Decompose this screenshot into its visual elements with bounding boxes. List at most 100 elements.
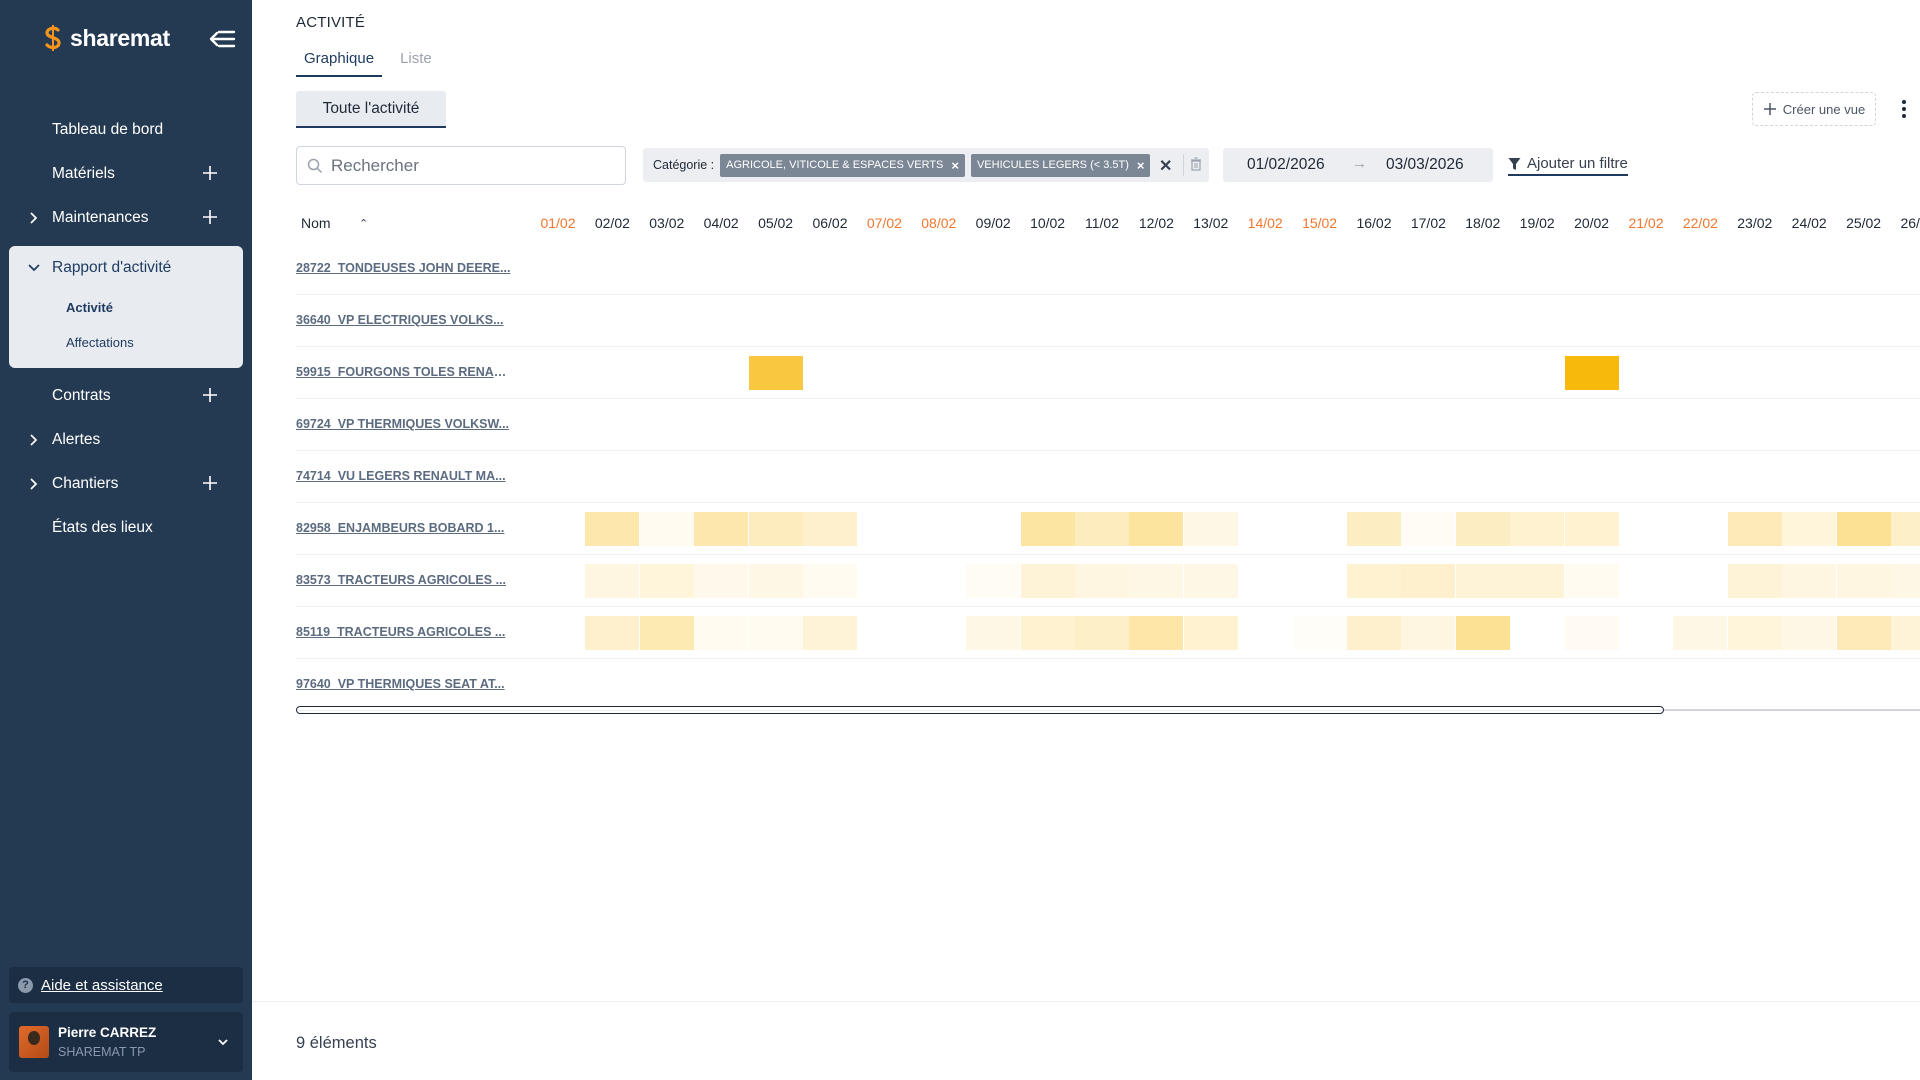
activity-cell[interactable] bbox=[1891, 512, 1920, 546]
activity-cell[interactable] bbox=[748, 564, 803, 598]
equipment-link[interactable]: 69724_VP THERMIQUES VOLKSW... bbox=[296, 417, 511, 431]
filter-tag-agricole[interactable]: AGRICOLE, VITICOLE & ESPACES VERTS × bbox=[720, 153, 965, 177]
activity-cell[interactable] bbox=[1510, 564, 1565, 598]
date-end[interactable]: 03/03/2026 bbox=[1386, 156, 1464, 174]
activity-cell[interactable] bbox=[1836, 564, 1891, 598]
activity-cell[interactable] bbox=[1782, 564, 1837, 598]
sidebar-item-etats-des-lieux[interactable]: États des lieux bbox=[0, 506, 252, 550]
activity-cell[interactable] bbox=[1673, 616, 1728, 650]
equipment-link[interactable]: 74714_VU LEGERS RENAULT MA... bbox=[296, 469, 511, 483]
activity-cell[interactable] bbox=[1129, 512, 1184, 546]
activity-cell[interactable] bbox=[1075, 564, 1129, 598]
sidebar-item-chantiers[interactable]: Chantiers bbox=[0, 462, 252, 506]
view-tab-toute-activite[interactable]: Toute l'activité bbox=[296, 91, 446, 128]
equipment-link[interactable]: 97640_VP THERMIQUES SEAT AT... bbox=[296, 677, 511, 691]
activity-cell[interactable] bbox=[1075, 512, 1129, 546]
equipment-link[interactable]: 36640_VP ELECTRIQUES VOLKS... bbox=[296, 313, 511, 327]
horizontal-scrollbar[interactable] bbox=[296, 706, 1664, 714]
activity-cell[interactable] bbox=[1564, 564, 1619, 598]
clear-filter-icon[interactable]: ✕ bbox=[1159, 156, 1172, 176]
search-input[interactable] bbox=[331, 155, 611, 176]
tab-liste[interactable]: Liste bbox=[392, 46, 440, 77]
activity-cell[interactable] bbox=[966, 564, 1021, 598]
activity-cell[interactable] bbox=[1782, 616, 1837, 650]
more-options-icon[interactable] bbox=[1900, 98, 1908, 120]
activity-cell[interactable] bbox=[748, 356, 803, 390]
activity-cell[interactable] bbox=[1183, 616, 1238, 650]
activity-cell[interactable] bbox=[803, 564, 857, 598]
activity-cell[interactable] bbox=[1727, 512, 1782, 546]
equipment-link[interactable]: 85119_TRACTEURS AGRICOLES ... bbox=[296, 625, 511, 639]
tab-graphique[interactable]: Graphique bbox=[296, 46, 383, 77]
activity-cell[interactable] bbox=[1129, 616, 1184, 650]
activity-cell[interactable] bbox=[803, 616, 857, 650]
activity-cell[interactable] bbox=[1401, 512, 1456, 546]
activity-cell[interactable] bbox=[1891, 616, 1920, 650]
trash-icon[interactable] bbox=[1190, 157, 1202, 171]
activity-cell[interactable] bbox=[1183, 564, 1238, 598]
activity-cell[interactable] bbox=[1564, 616, 1619, 650]
activity-cell[interactable] bbox=[1782, 512, 1837, 546]
sidebar-subitem-affectations[interactable]: Affectations bbox=[9, 325, 243, 360]
activity-cell[interactable] bbox=[694, 616, 749, 650]
activity-cell[interactable] bbox=[1455, 512, 1510, 546]
sidebar-item-alertes[interactable]: Alertes bbox=[0, 418, 252, 462]
remove-tag-icon[interactable]: × bbox=[1137, 158, 1145, 173]
activity-cell[interactable] bbox=[1020, 512, 1075, 546]
activity-cell[interactable] bbox=[639, 564, 694, 598]
activity-cell[interactable] bbox=[1293, 616, 1347, 650]
activity-cell[interactable] bbox=[639, 616, 694, 650]
create-view-button[interactable]: Créer une vue bbox=[1752, 92, 1876, 126]
activity-cell[interactable] bbox=[1347, 564, 1401, 598]
activity-cell[interactable] bbox=[1836, 616, 1891, 650]
date-start[interactable]: 01/02/2026 bbox=[1247, 156, 1325, 174]
equipment-link[interactable]: 59915_FOURGONS TOLES RENAU... bbox=[296, 365, 511, 379]
sidebar-item-materiels[interactable]: Matériels bbox=[0, 152, 252, 196]
activity-cell[interactable] bbox=[1075, 616, 1129, 650]
add-contrat-icon[interactable] bbox=[202, 387, 218, 403]
collapse-menu-icon[interactable] bbox=[208, 26, 238, 52]
activity-cell[interactable] bbox=[1183, 512, 1238, 546]
activity-cell[interactable] bbox=[1891, 564, 1920, 598]
activity-cell[interactable] bbox=[1020, 564, 1075, 598]
activity-cell[interactable] bbox=[1564, 356, 1619, 390]
activity-cell[interactable] bbox=[1401, 616, 1456, 650]
activity-cell[interactable] bbox=[748, 616, 803, 650]
equipment-link[interactable]: 28722_TONDEUSES JOHN DEERE... bbox=[296, 261, 511, 275]
activity-cell[interactable] bbox=[585, 564, 640, 598]
activity-cell[interactable] bbox=[1347, 512, 1401, 546]
activity-cell[interactable] bbox=[694, 564, 749, 598]
user-menu[interactable]: Pierre CARREZ SHAREMAT TP bbox=[9, 1012, 243, 1072]
remove-tag-icon[interactable]: × bbox=[951, 158, 959, 173]
activity-cell[interactable] bbox=[1401, 564, 1456, 598]
activity-cell[interactable] bbox=[1129, 564, 1184, 598]
activity-cell[interactable] bbox=[694, 512, 749, 546]
activity-cell[interactable] bbox=[1836, 512, 1891, 546]
add-maintenance-icon[interactable] bbox=[202, 209, 218, 225]
sidebar-item-rapport-activite[interactable]: Rapport d'activité bbox=[9, 246, 243, 290]
equipment-link[interactable]: 82958_ENJAMBEURS BOBARD 1... bbox=[296, 521, 511, 535]
activity-cell[interactable] bbox=[966, 616, 1021, 650]
activity-cell[interactable] bbox=[1455, 616, 1510, 650]
activity-cell[interactable] bbox=[1020, 616, 1075, 650]
activity-cell[interactable] bbox=[748, 512, 803, 546]
filter-tag-vehicules-legers[interactable]: VEHICULES LEGERS (< 3.5T) × bbox=[970, 153, 1151, 177]
sidebar-item-tableau-de-bord[interactable]: Tableau de bord bbox=[0, 108, 252, 152]
activity-cell[interactable] bbox=[585, 616, 640, 650]
activity-cell[interactable] bbox=[803, 512, 857, 546]
sidebar-item-maintenances[interactable]: Maintenances bbox=[0, 196, 252, 240]
add-chantier-icon[interactable] bbox=[202, 475, 218, 491]
column-header-nom[interactable]: Nom bbox=[301, 215, 331, 231]
activity-cell[interactable] bbox=[1727, 564, 1782, 598]
sort-ascending-icon[interactable]: ⌃ bbox=[359, 217, 368, 230]
activity-cell[interactable] bbox=[1347, 616, 1401, 650]
activity-cell[interactable] bbox=[1727, 616, 1782, 650]
add-filter-button[interactable]: Ajouter un filtre bbox=[1508, 155, 1628, 176]
add-materiel-icon[interactable] bbox=[202, 165, 218, 181]
brand[interactable]: sharemat bbox=[42, 24, 170, 52]
sidebar-item-contrats[interactable]: Contrats bbox=[0, 374, 252, 418]
help-link[interactable]: ? Aide et assistance bbox=[9, 967, 243, 1003]
activity-cell[interactable] bbox=[639, 512, 694, 546]
sidebar-subitem-activite[interactable]: Activité bbox=[9, 290, 243, 325]
activity-cell[interactable] bbox=[1510, 512, 1565, 546]
